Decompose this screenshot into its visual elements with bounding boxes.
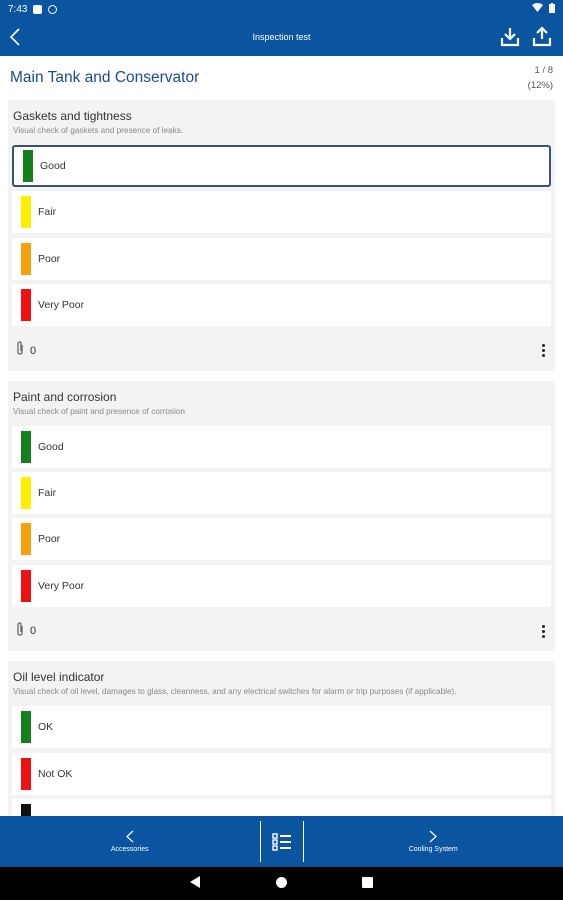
option-ok[interactable]: OK bbox=[12, 706, 551, 749]
square-recents-icon bbox=[362, 876, 373, 888]
option-fair[interactable]: Fair bbox=[12, 191, 551, 234]
bottom-nav: Accessories Cooling System bbox=[0, 816, 563, 867]
option-poor[interactable]: Poor bbox=[12, 518, 551, 561]
status-color-bar bbox=[21, 569, 31, 602]
option-label: Fair bbox=[38, 486, 57, 499]
circle-home-icon bbox=[276, 876, 287, 888]
upload-button[interactable] bbox=[531, 26, 553, 48]
section-list-button[interactable] bbox=[259, 821, 304, 862]
status-time: 7:43 bbox=[8, 3, 28, 15]
section-title: Oil level indicator bbox=[13, 670, 105, 685]
more-options-button[interactable] bbox=[537, 342, 549, 360]
battery-icon bbox=[549, 2, 555, 16]
next-section-label: Cooling System bbox=[408, 846, 458, 853]
upload-icon bbox=[532, 26, 552, 47]
chevron-left-icon bbox=[10, 28, 20, 46]
status-color-bar bbox=[21, 757, 31, 790]
attachment-count: 0 bbox=[30, 625, 37, 638]
section-description: Visual check of gaskets and presence of … bbox=[13, 126, 184, 135]
page-header: Main Tank and Conservator 1 / 8 (12%) bbox=[0, 56, 563, 100]
option-fair[interactable]: Fair bbox=[12, 471, 551, 514]
download-button[interactable] bbox=[499, 26, 521, 48]
system-recents-button[interactable] bbox=[362, 875, 373, 893]
status-color-bar bbox=[23, 150, 33, 182]
prev-section-button[interactable]: Accessories bbox=[0, 816, 260, 867]
progress-percent: (12%) bbox=[527, 80, 553, 91]
option-label: Not OK bbox=[38, 767, 73, 780]
option-label: Good bbox=[38, 440, 64, 453]
section-gaskets: Gaskets and tightness Visual check of ga… bbox=[8, 100, 555, 371]
section-paint: Paint and corrosion Visual check of pain… bbox=[8, 380, 555, 652]
option-label: Very Poor bbox=[38, 299, 85, 312]
status-color-bar bbox=[21, 430, 31, 463]
paperclip-icon[interactable] bbox=[16, 341, 24, 360]
chevron-right-icon bbox=[429, 830, 438, 843]
paperclip-icon[interactable] bbox=[16, 621, 24, 641]
system-back-button[interactable] bbox=[190, 875, 201, 893]
option-very-poor[interactable]: Very Poor bbox=[12, 284, 551, 327]
chevron-left-icon bbox=[125, 830, 134, 843]
status-color-bar bbox=[21, 289, 31, 322]
system-home-button[interactable] bbox=[276, 875, 287, 893]
status-color-bar bbox=[21, 803, 31, 816]
option-good[interactable]: Good bbox=[12, 145, 551, 187]
checklist-icon bbox=[271, 832, 291, 851]
progress-indicator: 1 / 8 (12%) bbox=[528, 63, 553, 93]
prev-section-label: Accessories bbox=[110, 846, 149, 853]
triangle-back-icon bbox=[190, 875, 200, 888]
section-footer: 0 bbox=[8, 331, 555, 371]
status-color-bar bbox=[21, 711, 31, 744]
progress-count: 1 / 8 bbox=[534, 65, 554, 76]
section-description: Visual check of paint and presence of co… bbox=[13, 406, 185, 416]
next-section-button[interactable]: Cooling System bbox=[304, 816, 563, 867]
sync-icon bbox=[48, 4, 58, 14]
back-button[interactable] bbox=[0, 18, 30, 56]
section-title: Paint and corrosion bbox=[13, 389, 117, 404]
option-label: OK bbox=[38, 721, 54, 734]
option-poor[interactable]: Poor bbox=[12, 237, 551, 280]
app-bar: Inspection test bbox=[0, 18, 563, 56]
inspection-content[interactable]: Main Tank and Conservator 1 / 8 (12%) Ga… bbox=[0, 56, 563, 816]
status-color-bar bbox=[21, 196, 31, 229]
status-color-bar bbox=[21, 476, 31, 509]
option-label: Poor bbox=[38, 252, 61, 265]
section-description: Visual check of oil level, damages to gl… bbox=[13, 687, 457, 697]
status-color-bar bbox=[21, 523, 31, 556]
option-good[interactable]: Good bbox=[12, 425, 551, 468]
option-very-poor[interactable]: Very Poor bbox=[12, 564, 551, 607]
status-color-bar bbox=[21, 242, 31, 275]
wifi-icon bbox=[532, 3, 543, 15]
app-title: Inspection test bbox=[252, 32, 311, 42]
option-partial[interactable] bbox=[12, 798, 551, 816]
section-title: Gaskets and tightness bbox=[13, 109, 132, 123]
more-options-button[interactable] bbox=[537, 622, 549, 640]
page-title: Main Tank and Conservator bbox=[10, 69, 200, 86]
attachment-count: 0 bbox=[30, 344, 37, 357]
status-bar: 7:43 bbox=[0, 0, 563, 18]
option-label: Very Poor bbox=[38, 579, 85, 592]
download-icon bbox=[500, 28, 520, 47]
option-label: Good bbox=[40, 160, 66, 172]
system-nav-bar bbox=[0, 867, 563, 900]
notification-icon bbox=[33, 4, 43, 14]
section-footer: 0 bbox=[8, 611, 555, 651]
section-oil-level: Oil level indicator Visual check of oil … bbox=[8, 661, 555, 816]
option-label: Poor bbox=[38, 533, 61, 546]
option-label: Fair bbox=[38, 206, 57, 219]
option-not-ok[interactable]: Not OK bbox=[12, 752, 551, 795]
